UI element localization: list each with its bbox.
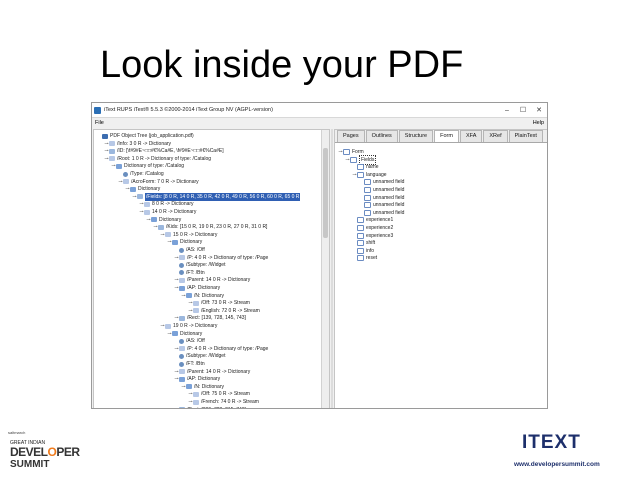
ref-icon [165, 232, 171, 238]
field-icon [350, 156, 357, 163]
ref-icon [193, 300, 199, 306]
website-url: www.developersummit.com [514, 461, 600, 468]
tab-pages[interactable]: Pages [337, 130, 365, 142]
dict-icon [186, 384, 192, 390]
field-icon [357, 164, 364, 171]
ref-icon [179, 369, 185, 375]
app-icon [94, 106, 101, 114]
name-icon [123, 171, 128, 177]
dict-icon [179, 285, 185, 291]
gids-logo: saltmarch GREAT INDIAN DEVELOPER SUMMIT [8, 428, 118, 474]
tab-xfa[interactable]: XFA [459, 130, 483, 142]
ref-icon [109, 141, 115, 147]
name-icon [179, 247, 184, 253]
panel-tabs: Pages Outlines Structure Form XFA XRef PlainTe… [335, 130, 547, 143]
ref-icon [123, 179, 129, 185]
ref-icon [109, 156, 115, 162]
window-title: iText RUPS iText® 5.5.3 ©2000-2014 iText… [104, 107, 273, 113]
ref-icon [193, 391, 199, 397]
tree-node[interactable]: ⊸/Rect: [209, 728, 215, 743] [174, 406, 246, 408]
split-divider[interactable] [331, 129, 333, 408]
name-icon [179, 353, 184, 359]
menu-file[interactable]: File [95, 120, 104, 126]
field-icon [364, 209, 371, 216]
minimize-button[interactable]: – [499, 107, 515, 114]
window-titlebar: iText RUPS iText® 5.5.3 ©2000-2014 iText… [92, 103, 547, 118]
field-icon [357, 225, 364, 231]
arr-icon [137, 194, 143, 200]
name-icon [179, 361, 184, 367]
dict-icon [172, 239, 178, 245]
dict-icon [186, 293, 192, 299]
field-icon [364, 179, 371, 186]
saltmarch-logo: saltmarch [8, 430, 26, 435]
slide-title: Look inside your PDF [100, 44, 464, 86]
logo-line-3: SUMMIT [10, 459, 50, 470]
itext-wordmark: ITEXT [522, 432, 581, 453]
dict-icon [151, 217, 157, 223]
form-panel: Pages Outlines Structure Form XFA XRef PlainTe… [334, 129, 547, 408]
tree-scrollbar[interactable] [321, 130, 329, 408]
field-icon [364, 187, 371, 193]
arr-icon [109, 148, 115, 154]
form-node-label: reset [366, 255, 378, 262]
field-icon [364, 202, 371, 209]
ref-icon [144, 201, 150, 207]
ref-icon [193, 308, 199, 314]
tab-form[interactable]: Form [434, 130, 459, 142]
tab-structure[interactable]: Structure [398, 130, 434, 142]
logo-line-2: DEVELOPER [10, 445, 80, 459]
name-icon [179, 338, 184, 344]
close-button[interactable]: ✕ [531, 106, 547, 114]
dict-icon [130, 186, 136, 192]
field-icon [357, 240, 364, 247]
rups-window: iText RUPS iText® 5.5.3 ©2000-2014 iText… [91, 102, 548, 409]
ref-icon [144, 209, 150, 215]
tab-xref[interactable]: XRef [483, 130, 508, 142]
field-icon [357, 171, 364, 178]
field-icon [357, 247, 364, 254]
arr-icon [179, 315, 185, 321]
ref-icon [165, 323, 171, 329]
tree-node-label: /Rect: [209, 728, 215, 743] [187, 406, 246, 408]
field-icon [357, 255, 364, 262]
name-icon [179, 262, 184, 268]
ref-icon [179, 346, 185, 352]
dict-icon [179, 376, 185, 382]
folder-icon [102, 133, 108, 139]
scrollbar-thumb[interactable] [323, 148, 328, 238]
field-icon [343, 149, 350, 155]
name-icon [179, 270, 184, 276]
field-icon [357, 232, 364, 239]
field-icon [357, 217, 364, 224]
menu-help[interactable]: Help [533, 120, 544, 126]
ref-icon [193, 399, 199, 405]
field-icon [364, 194, 371, 201]
arr-icon [158, 224, 164, 230]
tab-outlines[interactable]: Outlines [365, 130, 398, 142]
itext-logo: ITEXT www.developersummit.com [514, 432, 632, 476]
maximize-button[interactable]: ☐ [515, 106, 531, 114]
pdf-object-tree-panel[interactable]: PDF Object Tree (job_application.pdf) ⊸/I… [93, 129, 330, 408]
dict-icon [172, 331, 178, 337]
dict-icon [116, 163, 122, 169]
arr-icon [179, 407, 185, 408]
tab-plaintext[interactable]: PlainText [508, 130, 543, 142]
ref-icon [179, 277, 185, 283]
menu-bar: File Help [92, 118, 547, 128]
form-tree-node[interactable]: reset [352, 254, 377, 262]
ref-icon [179, 255, 185, 261]
